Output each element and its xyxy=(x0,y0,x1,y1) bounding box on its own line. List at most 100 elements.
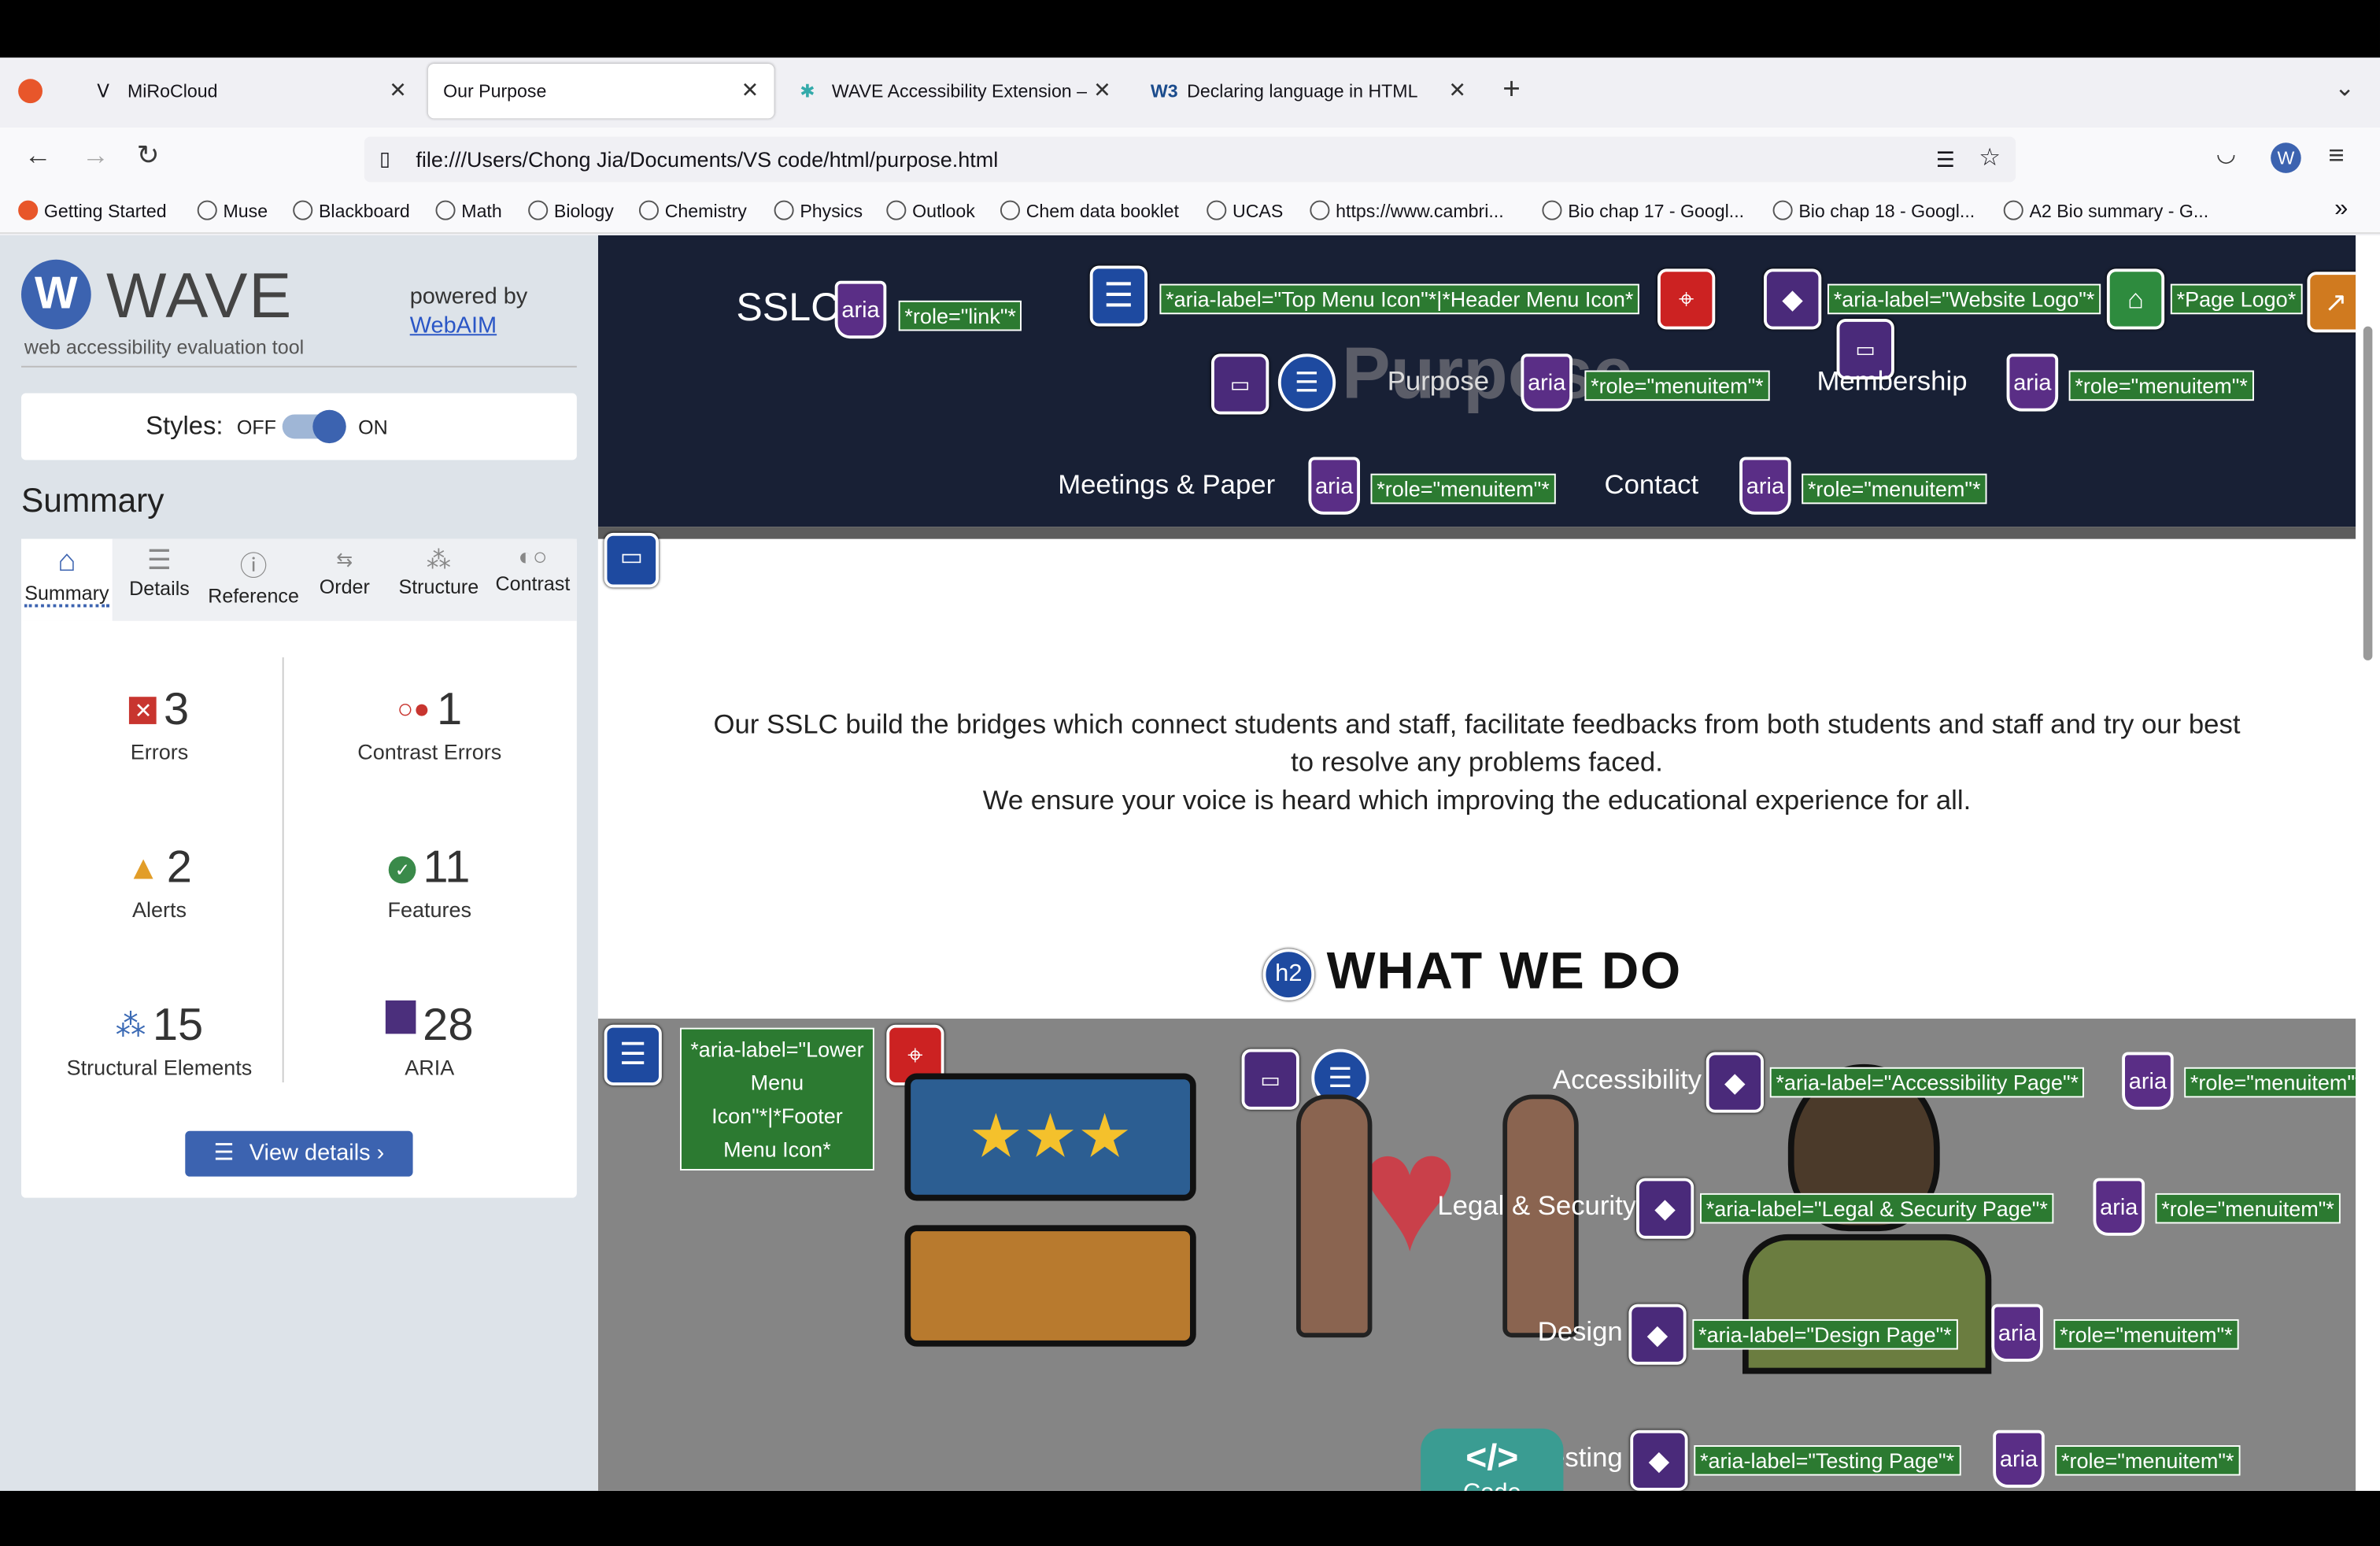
more-bookmarks-icon[interactable]: » xyxy=(2334,196,2348,224)
nav-purpose[interactable]: Purpose xyxy=(1388,366,1489,398)
webaim-link[interactable]: WebAIM xyxy=(410,313,497,338)
footer-accessibility[interactable]: Accessibility xyxy=(1553,1064,1702,1097)
bookmark-chem-data[interactable]: Chem data booklet xyxy=(1000,200,1179,222)
bookmark-biology[interactable]: Biology xyxy=(528,200,614,222)
page-logo-label: *Page Logo* xyxy=(2170,283,2302,315)
vertical-scrollbar[interactable] xyxy=(2356,235,2380,1491)
tab-order[interactable]: ⇆ Order xyxy=(309,539,379,598)
error-icon: ✕ xyxy=(129,697,157,724)
nav-contact[interactable]: Contact xyxy=(1604,469,1698,501)
tab-list-icon[interactable]: ⌄ xyxy=(2334,73,2355,104)
stat-aria[interactable]: 28 ARIA xyxy=(283,1000,577,1079)
stat-value: 1 xyxy=(436,684,463,735)
role-menuitem-label: *role="menuitem"* xyxy=(2068,370,2254,401)
tab-mirocloud[interactable]: Ⅴ MiRoCloud ✕ xyxy=(76,64,422,118)
stat-value: 11 xyxy=(423,842,471,893)
globe-icon xyxy=(1542,200,1562,220)
nav-meetings[interactable]: Meetings & Paper xyxy=(1058,469,1275,501)
tab-structure[interactable]: ⁂ Structure xyxy=(392,539,486,598)
globe-icon xyxy=(886,200,907,220)
role-menuitem-label: *role="menuitem"* xyxy=(2155,1193,2341,1224)
brand[interactable]: SSLC xyxy=(736,284,839,331)
star-icon[interactable]: ☆ xyxy=(1979,137,2001,183)
close-icon[interactable]: ✕ xyxy=(741,77,759,103)
accessibility-label: *aria-label="Accessibility Page"* xyxy=(1769,1067,2085,1098)
bookmark-outlook[interactable]: Outlook xyxy=(886,200,975,222)
contrast-error-icon: ○● xyxy=(397,693,431,724)
menu-icon[interactable]: ≡ xyxy=(2328,139,2344,171)
url-bar[interactable]: ▯ file:///Users/Chong Jia/Documents/VS c… xyxy=(364,136,2016,183)
code-icon: </> xyxy=(1465,1437,1519,1479)
bookmark-chemistry[interactable]: Chemistry xyxy=(638,200,747,222)
tab-title: WAVE Accessibility Extension – xyxy=(831,80,1088,102)
wave-tabs: ⌂ Summary ☰ Details ⓘ Reference ⇆ Order … xyxy=(20,538,577,621)
tab-summary[interactable]: ⌂ Summary xyxy=(20,538,113,621)
bookmarks-bar: Getting Started Muse Blackboard Math Bio… xyxy=(0,190,2380,234)
new-tab-icon[interactable]: + xyxy=(1502,73,1521,108)
hand-left xyxy=(1295,1094,1373,1338)
stat-contrast[interactable]: ○● 1 Contrast Errors xyxy=(283,685,577,764)
tab-wave[interactable]: ✱ WAVE Accessibility Extension – ✕ xyxy=(780,64,1126,118)
bookmark-physics[interactable]: Physics xyxy=(774,200,863,222)
tag-error-icon: ⌖ xyxy=(1657,268,1716,330)
bookmark-getting-started[interactable]: Getting Started xyxy=(18,200,167,222)
bookmark-label: Getting Started xyxy=(43,200,167,222)
bookmark-bio18[interactable]: Bio chap 18 - Googl... xyxy=(1772,200,1975,222)
code-button[interactable]: </> Code xyxy=(1421,1428,1564,1491)
tab-details[interactable]: ☰ Details xyxy=(121,539,197,600)
firefox-icon[interactable] xyxy=(18,79,42,104)
footer-design[interactable]: Design xyxy=(1538,1316,1623,1348)
pocket-icon[interactable]: ◡ xyxy=(2216,139,2236,167)
tab-reference[interactable]: ⓘ Reference xyxy=(203,539,303,607)
feedback-illustration: ★★★ xyxy=(902,1073,1203,1361)
globe-icon xyxy=(774,200,794,220)
bookmark-ucas[interactable]: UCAS xyxy=(1207,200,1283,222)
scroll-thumb[interactable] xyxy=(2363,326,2373,660)
tab-label: Structure xyxy=(398,575,479,598)
tab-contrast[interactable]: ◐○ Contrast xyxy=(489,539,577,595)
structure-icon: ⁂ xyxy=(115,1009,146,1043)
styles-toggle[interactable] xyxy=(282,409,346,444)
structure-icon: ⁂ xyxy=(426,548,451,574)
wave-panel: ⌂ Summary ☰ Details ⓘ Reference ⇆ Order … xyxy=(20,538,577,1198)
bookmark-muse[interactable]: Muse xyxy=(197,200,268,222)
view-details-button[interactable]: ☰ View details › xyxy=(185,1130,413,1177)
back-icon[interactable]: ← xyxy=(24,139,52,171)
tab-our-purpose[interactable]: Our Purpose ✕ xyxy=(427,63,774,119)
bookmark-cambridge[interactable]: https://www.cambri... xyxy=(1310,200,1504,222)
tab-declaring-language[interactable]: W3 Declaring language in HTML ✕ xyxy=(1136,64,1482,118)
h2-badge: h2 xyxy=(1262,949,1315,1000)
close-icon[interactable]: ✕ xyxy=(1448,77,1466,103)
wave-extension-icon[interactable]: W xyxy=(2271,142,2301,173)
dropdown-icon: ▭ xyxy=(1210,353,1269,415)
stat-value: 15 xyxy=(152,1000,204,1051)
stat-label: Structural Elements xyxy=(66,1055,253,1080)
bookmark-a2bio[interactable]: A2 Bio summary - G... xyxy=(2003,200,2209,222)
speech-bubble: ★★★ xyxy=(904,1073,1196,1201)
role-menuitem-label: *role="menuitem"* xyxy=(1370,473,1556,505)
site-header: SSLC aria *role="link"* ☰ *aria-label="T… xyxy=(597,235,2356,527)
list-icon: ☰ xyxy=(213,1140,235,1167)
stat-label: Features xyxy=(387,897,472,922)
list-icon: ☰ xyxy=(1277,353,1336,412)
aria-icon xyxy=(386,1000,416,1034)
stat-structure[interactable]: ⁂ 15 Structural Elements xyxy=(21,1000,298,1079)
reload-icon[interactable]: ↻ xyxy=(137,139,160,171)
reader-icon[interactable]: ☰ xyxy=(1936,137,1955,183)
stat-features[interactable]: ✓ 11 Features xyxy=(283,842,577,921)
footer-legal[interactable]: Legal & Security xyxy=(1437,1190,1636,1222)
forward-icon[interactable]: → xyxy=(82,139,109,171)
bookmark-label: A2 Bio summary - G... xyxy=(2029,200,2209,222)
bookmark-bio17[interactable]: Bio chap 17 - Googl... xyxy=(1542,200,1744,222)
close-icon[interactable]: ✕ xyxy=(389,77,407,103)
close-icon[interactable]: ✕ xyxy=(1093,77,1111,103)
nav-membership[interactable]: Membership xyxy=(1816,366,1967,398)
bookmark-label: Biology xyxy=(553,200,614,222)
bookmark-blackboard[interactable]: Blackboard xyxy=(293,200,410,222)
stat-alerts[interactable]: ▲ 2 Alerts xyxy=(21,842,298,921)
menu-structure-icon: ☰ xyxy=(604,1024,662,1086)
tab-label: Details xyxy=(129,576,190,600)
aria-icon: aria xyxy=(2122,1052,2174,1110)
stat-errors[interactable]: ✕ 3 Errors xyxy=(21,685,298,764)
bookmark-math[interactable]: Math xyxy=(435,200,502,222)
